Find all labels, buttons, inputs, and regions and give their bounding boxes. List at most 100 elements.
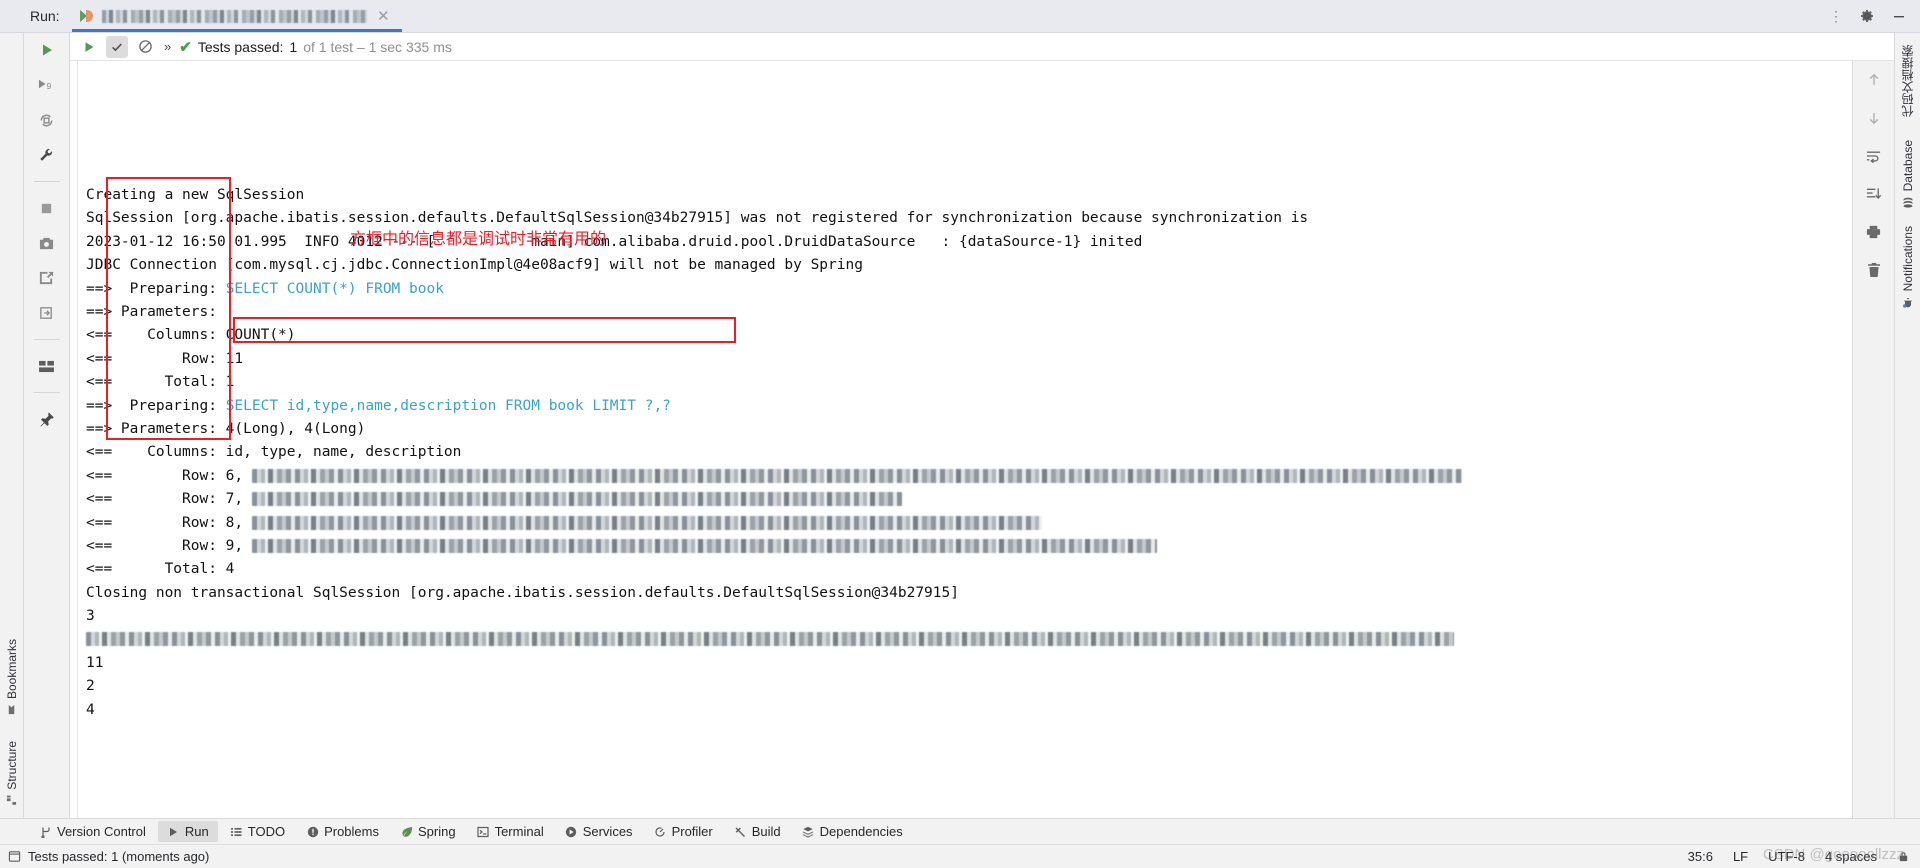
console-line: 2 bbox=[86, 675, 1852, 698]
console-line: JDBC Connection [com.mysql.cj.jdbc.Conne… bbox=[86, 254, 1852, 277]
soft-wrap-icon[interactable] bbox=[1863, 145, 1885, 167]
console-text: SELECT id,type,name,description FROM boo… bbox=[225, 397, 671, 414]
console-text: <== Columns: COUNT(*) bbox=[86, 327, 296, 344]
print-icon[interactable] bbox=[1863, 221, 1885, 243]
console-text: <== Total: 1 bbox=[86, 374, 235, 391]
run-icon bbox=[167, 825, 180, 838]
tool-window-tab-spring[interactable]: Spring bbox=[391, 821, 465, 842]
lock-icon[interactable] bbox=[1897, 850, 1910, 863]
run-icon[interactable] bbox=[36, 39, 58, 61]
redacted-text bbox=[86, 632, 1454, 647]
tool-window-tab-build[interactable]: Build bbox=[725, 821, 790, 842]
console-line: <== Total: 4 bbox=[86, 558, 1852, 581]
console-line: <== Columns: COUNT(*) bbox=[86, 324, 1852, 347]
screenshot-camera-icon[interactable] bbox=[36, 232, 58, 254]
console-text: <== Columns: id, type, name, description bbox=[86, 444, 462, 461]
tool-window-tab-label: Services bbox=[582, 824, 633, 839]
main-area: Bookmarks Structure 9 » ✔ Tests passed: … bbox=[0, 33, 1920, 818]
run-config-icon bbox=[79, 9, 94, 23]
tool-window-tab-todo[interactable]: TODO bbox=[221, 821, 294, 842]
export-test-results-icon[interactable] bbox=[36, 267, 58, 289]
spring-leaf-icon bbox=[400, 825, 413, 838]
more-options-icon[interactable]: ⋮ bbox=[1829, 8, 1844, 25]
tool-tab-code-doc-search[interactable]: 代码文档搜索 bbox=[1899, 41, 1916, 126]
console-line: ==> Parameters: 4(Long), 4(Long) bbox=[86, 418, 1852, 441]
close-icon[interactable]: ✕ bbox=[375, 7, 392, 25]
tool-tab-bookmarks-label: Bookmarks bbox=[5, 639, 19, 700]
console-line: <== Row: 9, bbox=[86, 535, 1852, 558]
run-content-column: » ✔ Tests passed: 1 of 1 test – 1 sec 33… bbox=[70, 33, 1894, 818]
redacted-text bbox=[251, 515, 1042, 530]
tool-window-tab-label: Build bbox=[751, 824, 781, 839]
scroll-down-icon[interactable] bbox=[1863, 107, 1885, 129]
console-line bbox=[86, 628, 1852, 651]
console-text: Closing non transactional SqlSession [or… bbox=[86, 584, 959, 601]
import-test-results-icon[interactable] bbox=[36, 302, 58, 324]
pin-icon[interactable] bbox=[36, 408, 58, 430]
scroll-up-icon[interactable] bbox=[1863, 69, 1885, 91]
redacted-text bbox=[251, 538, 1157, 553]
run-actions-sidebar: 9 bbox=[24, 33, 70, 818]
tool-tab-notifications[interactable]: Notifications bbox=[1901, 222, 1915, 312]
scroll-to-end-icon[interactable] bbox=[1863, 183, 1885, 205]
console-text: 2023-01-12 16:50:01.995 INFO 4012 --- [ … bbox=[86, 233, 1143, 250]
database-icon bbox=[1902, 196, 1914, 208]
console-line: 11 bbox=[86, 652, 1852, 675]
indent-setting[interactable]: 4 spaces bbox=[1825, 849, 1877, 864]
todo-list-icon bbox=[230, 825, 243, 838]
tool-window-tab-label: Profiler bbox=[671, 824, 713, 839]
run-configuration-tab[interactable]: ✕ bbox=[71, 0, 402, 32]
tool-window-tab-services[interactable]: Services bbox=[556, 821, 642, 842]
console-text: 4 bbox=[86, 701, 95, 718]
tool-tab-structure-label: Structure bbox=[5, 741, 19, 790]
problems-icon bbox=[306, 825, 319, 838]
tool-window-tab-label: Run bbox=[184, 824, 209, 839]
console-text: ==> Preparing: bbox=[86, 397, 226, 414]
console-text: SqlSession [org.apache.ibatis.session.de… bbox=[86, 210, 1309, 227]
rerun-failed-icon[interactable]: 9 bbox=[36, 74, 58, 96]
status-bar: Tests passed: 1 (moments ago) 35:6 LF UT… bbox=[0, 844, 1920, 868]
tool-window-tab-dependencies[interactable]: Dependencies bbox=[793, 821, 912, 842]
tool-window-tab-run[interactable]: Run bbox=[157, 821, 218, 842]
file-encoding[interactable]: UTF-8 bbox=[1768, 849, 1805, 864]
status-message[interactable]: Tests passed: 1 (moments ago) bbox=[28, 849, 209, 864]
run-icon[interactable] bbox=[78, 36, 100, 58]
test-status: ✔ Tests passed: 1 of 1 test – 1 sec 335 … bbox=[179, 38, 452, 56]
tool-window-tab-problems[interactable]: Problems bbox=[297, 821, 388, 842]
tool-tab-database[interactable]: Database bbox=[1901, 136, 1915, 212]
clear-all-icon[interactable] bbox=[1863, 259, 1885, 281]
settings-wrench-icon[interactable] bbox=[36, 144, 58, 166]
console-text: <== Total: 4 bbox=[86, 561, 235, 578]
rerun-auto-icon[interactable] bbox=[36, 109, 58, 131]
profiler-icon bbox=[654, 825, 667, 838]
console-output[interactable]: Creating a new SqlSession SqlSession [org… bbox=[78, 61, 1852, 818]
check-icon: ✔ bbox=[179, 38, 192, 56]
redacted-text bbox=[251, 492, 902, 507]
stop-icon[interactable] bbox=[36, 197, 58, 219]
tool-window-tab-terminal[interactable]: Terminal bbox=[468, 821, 553, 842]
tool-tab-structure[interactable]: Structure bbox=[5, 737, 19, 810]
tool-window-tab-version-control[interactable]: Version Control bbox=[30, 821, 155, 842]
check-icon[interactable] bbox=[106, 35, 128, 58]
console-text: ==> Parameters: 4(Long), 4(Long) bbox=[86, 420, 366, 437]
tool-window-tab-profiler[interactable]: Profiler bbox=[645, 821, 722, 842]
test-status-count: 1 bbox=[289, 38, 298, 55]
redacted-text bbox=[251, 468, 1462, 483]
minimize-icon[interactable] bbox=[1890, 7, 1908, 25]
console-line: <== Row: 8, bbox=[86, 512, 1852, 535]
run-label: Run: bbox=[30, 8, 60, 24]
chevron-right-icon[interactable]: » bbox=[162, 39, 173, 54]
mute-breakpoints-icon[interactable] bbox=[134, 36, 156, 58]
layout-icon[interactable] bbox=[36, 355, 58, 377]
console-text: <== Row: 8, bbox=[86, 514, 252, 531]
console-line: 4 bbox=[86, 699, 1852, 722]
tool-tab-code-doc-search-label: 代码文档搜索 bbox=[1901, 45, 1915, 117]
console-text: JDBC Connection [com.mysql.cj.jdbc.Conne… bbox=[86, 257, 863, 274]
console-line: 3 bbox=[86, 605, 1852, 628]
console-line: ==> Parameters: bbox=[86, 301, 1852, 324]
tool-tab-bookmarks[interactable]: Bookmarks bbox=[5, 635, 19, 719]
gear-icon[interactable] bbox=[1858, 7, 1876, 25]
caret-position[interactable]: 35:6 bbox=[1688, 849, 1713, 864]
console-line: <== Columns: id, type, name, description bbox=[86, 441, 1852, 464]
line-separator[interactable]: LF bbox=[1733, 849, 1748, 864]
